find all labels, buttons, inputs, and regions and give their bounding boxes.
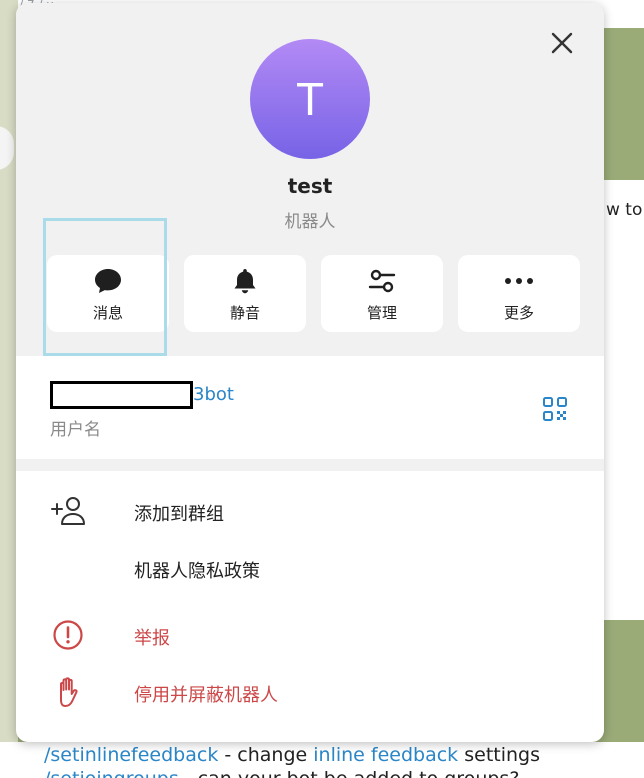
command-link[interactable]: /setinlinefeedback [44,744,218,766]
username-label: 用户名 [50,420,101,440]
command-link[interactable]: /setjoingroups [44,768,179,778]
add-user-icon [50,494,86,528]
message-button-label: 消息 [92,304,123,322]
mute-button-label: 静音 [229,304,260,322]
bell-icon [184,267,306,295]
qr-code-button[interactable] [542,396,568,422]
action-bar: 消息 静音 管理 更多 [47,255,580,333]
bot-profile-dialog: T test 机器人 消息 静音 管理 更多 3bot 用户名 添加到群组 机器… [16,3,604,742]
menu-item-privacy-policy[interactable]: 机器人隐私政策 [16,543,604,593]
mute-button[interactable]: 静音 [184,255,306,332]
profile-subtitle: 机器人 [284,212,336,232]
redacted-username [50,381,193,409]
message-text: - change [218,744,314,766]
more-button-label: 更多 [503,304,534,322]
menu-item-label: 机器人隐私政策 [134,561,260,582]
message-bubble-fragment [604,180,644,620]
menu-item-report[interactable]: 举报 [16,610,604,660]
close-icon [551,32,573,54]
inline-feedback-link[interactable]: inline feedback [313,744,458,766]
message-text: - can your bot be added to groups? [179,768,520,778]
profile-name: test [287,174,333,198]
exclamation-circle-icon [50,618,86,652]
close-button[interactable] [550,31,574,55]
manage-button[interactable]: 管理 [321,255,443,332]
message-button[interactable]: 消息 [47,255,169,332]
avatar: T [250,39,370,159]
more-button[interactable]: 更多 [458,255,580,332]
message-bubble-icon [47,267,169,295]
menu-item-add-to-group[interactable]: 添加到群组 [16,486,604,536]
menu-item-label: 添加到群组 [134,504,224,525]
username-value[interactable]: 3bot [193,384,234,405]
profile-header: T test 机器人 消息 静音 管理 更多 [16,3,604,356]
qr-code-icon [543,397,567,421]
menu-item-label: 举报 [134,628,170,649]
menu-item-label: 停用并屏蔽机器人 [134,685,278,706]
sliders-icon [321,267,443,295]
message-line: /setinlinefeedback - change inline feedb… [44,744,540,766]
section-divider [16,459,604,471]
message-line: /setjoingroups - can your bot be added t… [44,768,519,778]
menu-item-block-bot[interactable]: 停用并屏蔽机器人 [16,667,604,717]
more-dots-icon [458,267,580,295]
message-text-fragment: w to [606,200,643,220]
manage-button-label: 管理 [366,304,397,322]
message-bubble-bottom: /setinlinefeedback - change inline feedb… [0,742,644,778]
hand-stop-icon [50,675,86,709]
message-text: settings [458,744,540,766]
